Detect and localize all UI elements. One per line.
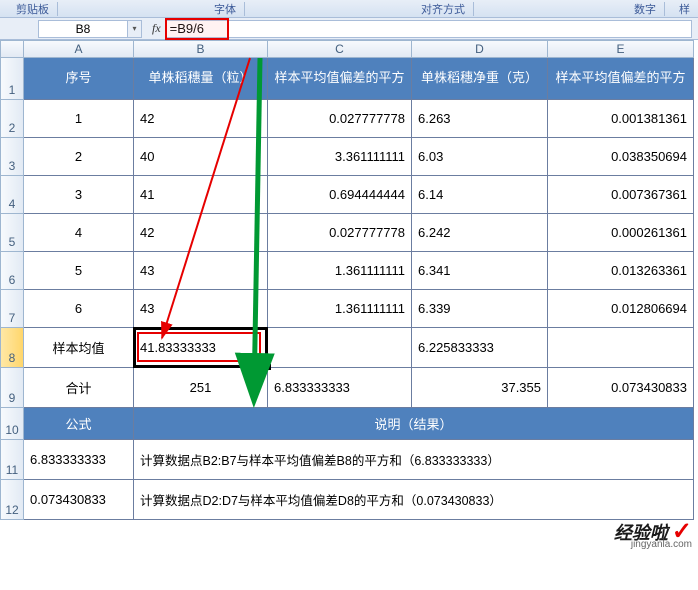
cell-A6[interactable]: 5 bbox=[24, 252, 134, 290]
cell-B6[interactable]: 43 bbox=[134, 252, 268, 290]
cell-C2[interactable]: 0.027777778 bbox=[268, 100, 412, 138]
cell-B8[interactable]: 41.83333333 bbox=[134, 328, 268, 368]
ribbon-font[interactable]: 字体 bbox=[206, 1, 244, 17]
cell-D8[interactable]: 6.225833333 bbox=[412, 328, 548, 368]
ribbon-styles[interactable]: 样 bbox=[671, 1, 698, 17]
cell-B5[interactable]: 42 bbox=[134, 214, 268, 252]
cell-D3[interactable]: 6.03 bbox=[412, 138, 548, 176]
cell-A9[interactable]: 合计 bbox=[24, 368, 134, 408]
cell-C6[interactable]: 1.361111111 bbox=[268, 252, 412, 290]
row-header-12[interactable]: 12 bbox=[0, 480, 24, 520]
cell-E1[interactable]: 样本平均值偏差的平方 bbox=[548, 58, 694, 100]
fx-icon[interactable]: fx bbox=[152, 21, 161, 36]
cell-E2[interactable]: 0.001381361 bbox=[548, 100, 694, 138]
row-header-8[interactable]: 8 bbox=[0, 328, 24, 368]
cell-C9[interactable]: 6.833333333 bbox=[268, 368, 412, 408]
cell-A4[interactable]: 3 bbox=[24, 176, 134, 214]
cell-A3[interactable]: 2 bbox=[24, 138, 134, 176]
ribbon-alignment[interactable]: 对齐方式 bbox=[413, 1, 473, 17]
cell-B3[interactable]: 40 bbox=[134, 138, 268, 176]
cell-E5[interactable]: 0.000261361 bbox=[548, 214, 694, 252]
cell-B2[interactable]: 42 bbox=[134, 100, 268, 138]
row-header-1[interactable]: 1 bbox=[0, 58, 24, 100]
name-box[interactable]: B8 bbox=[38, 20, 128, 38]
cell-C8[interactable] bbox=[268, 328, 412, 368]
row-header-9[interactable]: 9 bbox=[0, 368, 24, 408]
cell-D5[interactable]: 6.242 bbox=[412, 214, 548, 252]
col-header-E[interactable]: E bbox=[548, 40, 694, 58]
cell-D6[interactable]: 6.341 bbox=[412, 252, 548, 290]
cell-A11[interactable]: 6.833333333 bbox=[24, 440, 134, 480]
cell-E9[interactable]: 0.073430833 bbox=[548, 368, 694, 408]
cell-B10-E10[interactable]: 说明（结果） bbox=[134, 408, 694, 440]
formula-bar: B8 ▾ fx =B9/6 bbox=[0, 18, 698, 40]
cell-C3[interactable]: 3.361111111 bbox=[268, 138, 412, 176]
cell-D9[interactable]: 37.355 bbox=[412, 368, 548, 408]
sheet-area: A B C D E 1 2 3 4 5 6 7 8 9 10 11 12 序号 … bbox=[0, 40, 698, 520]
row-header-11[interactable]: 11 bbox=[0, 440, 24, 480]
cell-A12[interactable]: 0.073430833 bbox=[24, 480, 134, 520]
cell-A5[interactable]: 4 bbox=[24, 214, 134, 252]
cell-D2[interactable]: 6.263 bbox=[412, 100, 548, 138]
cell-B1[interactable]: 单株稻穗量（粒） bbox=[134, 58, 268, 100]
cell-E3[interactable]: 0.038350694 bbox=[548, 138, 694, 176]
select-all-corner[interactable] bbox=[0, 40, 24, 58]
name-box-dropdown[interactable]: ▾ bbox=[128, 20, 142, 38]
col-header-B[interactable]: B bbox=[134, 40, 268, 58]
fill-handle[interactable] bbox=[265, 364, 271, 370]
cell-E6[interactable]: 0.013263361 bbox=[548, 252, 694, 290]
cell-A10[interactable]: 公式 bbox=[24, 408, 134, 440]
row-header-4[interactable]: 4 bbox=[0, 176, 24, 214]
cell-D1[interactable]: 单株稻穗净重（克） bbox=[412, 58, 548, 100]
cell-C4[interactable]: 0.694444444 bbox=[268, 176, 412, 214]
ribbon-clipboard[interactable]: 剪贴板 bbox=[8, 1, 57, 17]
row-headers: 1 2 3 4 5 6 7 8 9 10 11 12 bbox=[0, 58, 24, 520]
cell-C1[interactable]: 样本平均值偏差的平方 bbox=[268, 58, 412, 100]
cell-B12-E12[interactable]: 计算数据点D2:D7与样本平均值偏差D8的平方和（0.073430833） bbox=[134, 480, 694, 520]
cell-A7[interactable]: 6 bbox=[24, 290, 134, 328]
cell-A8[interactable]: 样本均值 bbox=[24, 328, 134, 368]
data-grid: 序号 单株稻穗量（粒） 样本平均值偏差的平方 单株稻穗净重（克） 样本平均值偏差… bbox=[24, 58, 694, 520]
cell-A1[interactable]: 序号 bbox=[24, 58, 134, 100]
cell-B9[interactable]: 251 bbox=[134, 368, 268, 408]
row-header-7[interactable]: 7 bbox=[0, 290, 24, 328]
cell-E7[interactable]: 0.012806694 bbox=[548, 290, 694, 328]
row-header-6[interactable]: 6 bbox=[0, 252, 24, 290]
col-header-A[interactable]: A bbox=[24, 40, 134, 58]
cell-D4[interactable]: 6.14 bbox=[412, 176, 548, 214]
cell-D7[interactable]: 6.339 bbox=[412, 290, 548, 328]
row-header-2[interactable]: 2 bbox=[0, 100, 24, 138]
col-header-C[interactable]: C bbox=[268, 40, 412, 58]
col-header-D[interactable]: D bbox=[412, 40, 548, 58]
formula-input[interactable]: =B9/6 bbox=[165, 20, 692, 38]
cell-E4[interactable]: 0.007367361 bbox=[548, 176, 694, 214]
cell-B11-E11[interactable]: 计算数据点B2:B7与样本平均值偏差B8的平方和（6.833333333） bbox=[134, 440, 694, 480]
cell-B4[interactable]: 41 bbox=[134, 176, 268, 214]
ribbon-number[interactable]: 数字 bbox=[626, 1, 664, 17]
row-header-10[interactable]: 10 bbox=[0, 408, 24, 440]
cell-E8[interactable] bbox=[548, 328, 694, 368]
cell-C5[interactable]: 0.027777778 bbox=[268, 214, 412, 252]
ribbon: 剪贴板 字体 对齐方式 数字 样 bbox=[0, 0, 698, 18]
watermark-url: jingyanla.com bbox=[631, 539, 692, 550]
column-headers: A B C D E bbox=[0, 40, 698, 58]
cell-B7[interactable]: 43 bbox=[134, 290, 268, 328]
row-header-3[interactable]: 3 bbox=[0, 138, 24, 176]
row-header-5[interactable]: 5 bbox=[0, 214, 24, 252]
cell-A2[interactable]: 1 bbox=[24, 100, 134, 138]
cell-C7[interactable]: 1.361111111 bbox=[268, 290, 412, 328]
